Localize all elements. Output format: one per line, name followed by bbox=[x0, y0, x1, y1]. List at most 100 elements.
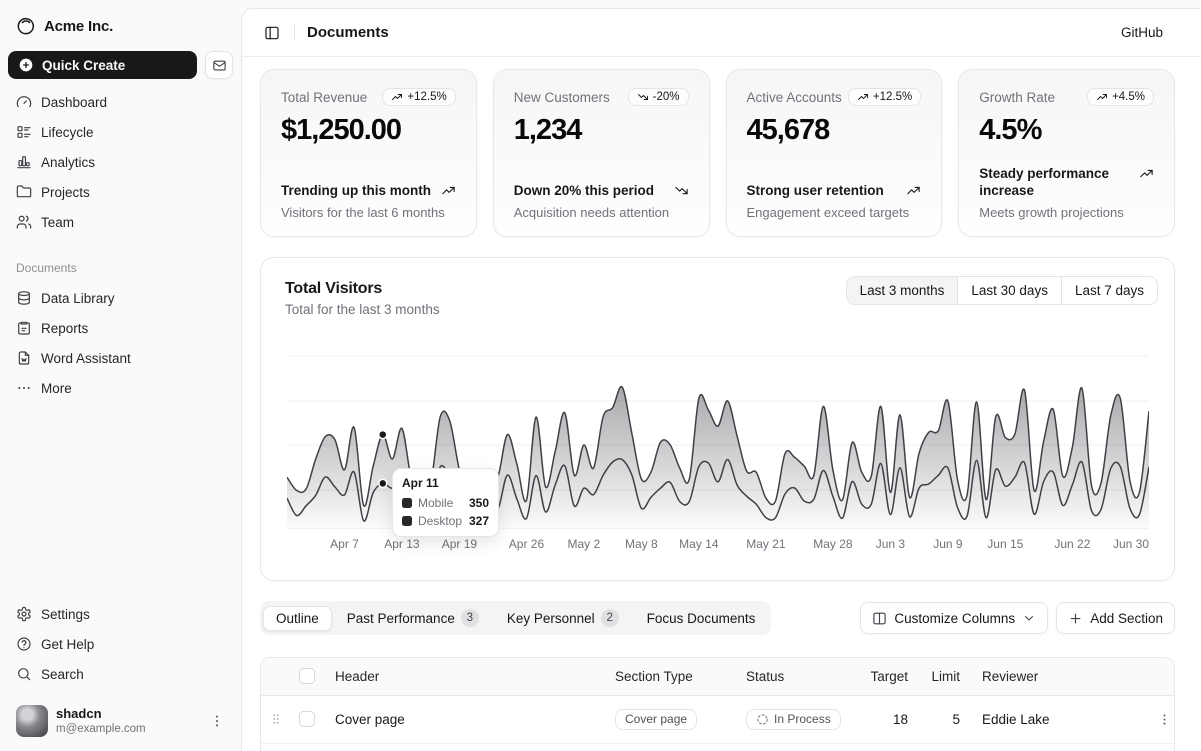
tab-outline[interactable]: Outline bbox=[263, 606, 332, 631]
sidebar-item-label: Analytics bbox=[41, 155, 95, 170]
loader-icon bbox=[756, 713, 769, 726]
stat-value: 4.5% bbox=[979, 114, 1154, 147]
select-all-checkbox[interactable] bbox=[299, 668, 315, 684]
user-menu[interactable]: shadcn m@example.com bbox=[8, 699, 233, 743]
range-option-last-30-days[interactable]: Last 30 days bbox=[957, 277, 1061, 304]
sidebar-item-projects[interactable]: Projects bbox=[8, 177, 233, 207]
sidebar-toggle-button[interactable] bbox=[258, 19, 286, 47]
stat-card-1: New Customers -20% 1,234 Down 20% this p… bbox=[493, 69, 710, 237]
sidebar-item-label: Settings bbox=[41, 607, 90, 622]
stat-trend-badge: +4.5% bbox=[1087, 88, 1154, 106]
users-icon bbox=[16, 214, 32, 230]
tooltip-row: Desktop 327 bbox=[402, 514, 489, 528]
range-option-last-7-days[interactable]: Last 7 days bbox=[1061, 277, 1157, 304]
stat-subtext: Engagement exceed targets bbox=[747, 205, 922, 220]
dots-icon bbox=[16, 380, 32, 396]
chart-tooltip: Apr 11 Mobile 350 Desktop 327 bbox=[392, 468, 499, 537]
sidebar-item-dashboard[interactable]: Dashboard bbox=[8, 87, 233, 117]
plus-icon bbox=[1068, 611, 1083, 626]
cell-header[interactable]: Table of contents bbox=[327, 743, 607, 751]
cell-target[interactable]: 18 bbox=[858, 695, 922, 743]
range-option-last-3-months[interactable]: Last 3 months bbox=[847, 277, 958, 304]
sidebar-item-reports[interactable]: Reports bbox=[8, 313, 233, 343]
quick-create-button[interactable]: Quick Create bbox=[8, 51, 197, 79]
drag-handle[interactable] bbox=[269, 712, 283, 726]
trend-up-icon bbox=[441, 183, 456, 198]
sidebar-documents-nav: Data Library Reports Word Assistant More bbox=[8, 283, 233, 403]
trend-down-icon bbox=[637, 91, 649, 103]
sidebar-item-label: More bbox=[41, 381, 72, 396]
sidebar-item-label: Lifecycle bbox=[41, 125, 94, 140]
user-email: m@example.com bbox=[56, 722, 201, 736]
cell-header[interactable]: Cover page bbox=[327, 695, 607, 743]
sidebar-item-label: Word Assistant bbox=[41, 351, 131, 366]
series-swatch bbox=[402, 498, 412, 508]
trend-up-icon bbox=[391, 91, 403, 103]
section-type-badge: Cover page bbox=[615, 709, 697, 730]
tab-key-personnel[interactable]: Key Personnel2 bbox=[494, 604, 632, 632]
trend-up-icon bbox=[857, 91, 869, 103]
panel-left-icon bbox=[264, 25, 280, 41]
add-section-button[interactable]: Add Section bbox=[1056, 602, 1175, 634]
cell-target[interactable]: 29 bbox=[858, 743, 922, 751]
stat-footnote: Steady performance increase bbox=[979, 165, 1154, 200]
sections-table: HeaderSection TypeStatusTargetLimitRevie… bbox=[260, 657, 1175, 751]
x-axis-tick: Apr 7 bbox=[330, 537, 359, 551]
column-header-target[interactable]: Target bbox=[858, 658, 922, 695]
chart-bar-icon bbox=[16, 154, 32, 170]
brand[interactable]: Acme Inc. bbox=[8, 10, 233, 42]
sidebar-item-lifecycle[interactable]: Lifecycle bbox=[8, 117, 233, 147]
sidebar-item-label: Get Help bbox=[41, 637, 94, 652]
sidebar-item-team[interactable]: Team bbox=[8, 207, 233, 237]
inbox-button[interactable] bbox=[205, 51, 233, 79]
x-axis-tick: Apr 26 bbox=[509, 537, 544, 551]
stat-value: 1,234 bbox=[514, 114, 689, 147]
dots-vertical-icon[interactable] bbox=[209, 713, 225, 729]
cell-limit[interactable]: 24 bbox=[922, 743, 974, 751]
sidebar-item-analytics[interactable]: Analytics bbox=[8, 147, 233, 177]
column-header-reviewer[interactable]: Reviewer bbox=[974, 658, 1144, 695]
row-menu-button[interactable] bbox=[1152, 707, 1175, 731]
cell-reviewer[interactable]: Eddie Lake bbox=[974, 695, 1144, 743]
sidebar-item-more[interactable]: More bbox=[8, 373, 233, 403]
column-header-section-type[interactable]: Section Type bbox=[607, 658, 738, 695]
row-checkbox[interactable] bbox=[299, 711, 315, 727]
sidebar-item-data-library[interactable]: Data Library bbox=[8, 283, 233, 313]
cell-limit[interactable]: 5 bbox=[922, 695, 974, 743]
columns-icon bbox=[872, 611, 887, 626]
stat-trend-badge: +12.5% bbox=[848, 88, 921, 106]
sidebar-item-settings[interactable]: Settings bbox=[8, 599, 233, 629]
header-separator bbox=[294, 25, 295, 41]
sidebar-item-search[interactable]: Search bbox=[8, 659, 233, 689]
range-toggle-group: Last 3 monthsLast 30 daysLast 7 days bbox=[846, 276, 1158, 305]
stat-subtext: Acquisition needs attention bbox=[514, 205, 689, 220]
column-header-header[interactable]: Header bbox=[327, 658, 607, 695]
sidebar: Acme Inc. Quick Create Dashboard Lifecyc… bbox=[0, 0, 241, 751]
trend-up-icon bbox=[1096, 91, 1108, 103]
tab-past-performance[interactable]: Past Performance3 bbox=[334, 604, 492, 632]
stat-trend-badge: +12.5% bbox=[382, 88, 455, 106]
section-tabs: OutlinePast Performance3Key Personnel2Fo… bbox=[260, 601, 771, 635]
x-axis-tick: May 14 bbox=[679, 537, 718, 551]
page-title: Documents bbox=[307, 24, 389, 41]
cell-reviewer[interactable]: Eddie Lake bbox=[974, 743, 1144, 751]
tab-focus-documents[interactable]: Focus Documents bbox=[634, 606, 769, 631]
column-header-status[interactable]: Status bbox=[738, 658, 858, 695]
sidebar-item-label: Dashboard bbox=[41, 95, 107, 110]
customize-columns-label: Customize Columns bbox=[894, 611, 1015, 626]
sidebar-item-word-assistant[interactable]: Word Assistant bbox=[8, 343, 233, 373]
series-swatch bbox=[402, 516, 412, 526]
x-axis-tick: Jun 3 bbox=[876, 537, 905, 551]
github-link[interactable]: GitHub bbox=[1121, 25, 1163, 40]
sidebar-item-get-help[interactable]: Get Help bbox=[8, 629, 233, 659]
chevron-down-icon bbox=[1022, 611, 1036, 625]
table-header-row: HeaderSection TypeStatusTargetLimitRevie… bbox=[261, 658, 1175, 695]
file-word-icon bbox=[16, 350, 32, 366]
sidebar-item-label: Reports bbox=[41, 321, 88, 336]
tab-count-badge: 2 bbox=[601, 609, 619, 627]
search-icon bbox=[16, 666, 32, 682]
circle-plus-icon bbox=[18, 57, 34, 73]
trend-down-icon bbox=[674, 183, 689, 198]
customize-columns-button[interactable]: Customize Columns bbox=[860, 602, 1048, 634]
column-header-limit[interactable]: Limit bbox=[922, 658, 974, 695]
